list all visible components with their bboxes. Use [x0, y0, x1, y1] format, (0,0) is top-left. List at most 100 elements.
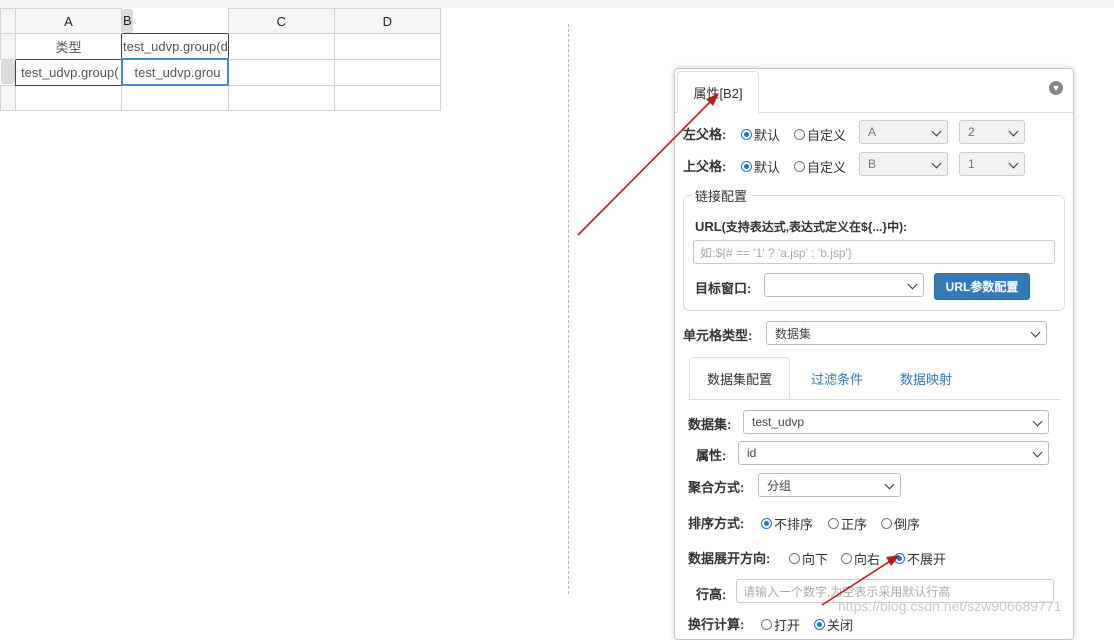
sort-label: 排序方式:	[688, 516, 745, 531]
expand-down-text: 向下	[802, 552, 829, 567]
property-panel: 属性[B2] ▼ 左父格: 默认 自定义 A 2 上父格: 默认 自定义 B 1…	[674, 68, 1074, 640]
radio-unchecked-icon	[794, 129, 805, 140]
cell-b2-text: test_udvp.grou	[134, 64, 221, 80]
inner-tabs-line	[688, 399, 1061, 400]
top-parent-column-value: B	[868, 157, 877, 171]
url-label: URL(支持表达式,表达式定义在${...}中):	[695, 218, 907, 235]
dataset-select[interactable]: test_udvp	[743, 410, 1049, 434]
top-parent-row-select[interactable]: 1	[959, 152, 1025, 176]
attribute-select[interactable]: id	[738, 441, 1049, 465]
wrap-calc-label: 换行计算:	[688, 617, 745, 632]
cell-b2[interactable]: test_udvp.grou	[120, 58, 230, 86]
cell-c3[interactable]	[227, 84, 335, 111]
row-height-input[interactable]: 请输入一个数字,为空表示采用默认行高	[736, 579, 1054, 603]
tab-dataset-config[interactable]: 数据集配置	[689, 357, 790, 399]
top-strip	[0, 0, 1114, 8]
cell-c1[interactable]	[227, 33, 335, 60]
sort-desc-radio[interactable]: 倒序	[881, 514, 920, 533]
chevron-down-icon	[931, 158, 942, 169]
expand-direction-label: 数据展开方向:	[688, 551, 771, 566]
radio-unchecked-icon	[789, 553, 800, 564]
left-parent-default-radio[interactable]: 默认	[741, 125, 780, 144]
chevron-down-icon	[907, 279, 918, 290]
cell-type-value: 数据集	[775, 326, 812, 341]
cell-b3[interactable]	[121, 84, 229, 111]
cell-a2-text: test_udvp.group(	[21, 64, 119, 80]
sort-asc-radio[interactable]: 正序	[828, 514, 867, 533]
radio-checked-icon	[894, 553, 905, 564]
link-config-legend: 链接配置	[691, 186, 752, 205]
left-parent-row-value: 2	[968, 125, 975, 139]
cell-a3[interactable]	[15, 84, 122, 111]
radio-checked-icon	[741, 161, 752, 172]
radio-unchecked-icon	[881, 518, 892, 529]
expand-none-radio[interactable]: 不展开	[894, 549, 946, 568]
sort-asc-text: 正序	[841, 517, 868, 532]
cell-a1-text: 类型	[55, 39, 82, 55]
collapse-icon[interactable]: ▼	[1049, 81, 1063, 95]
spreadsheet-grid: A B C D 类型 test_udvp.group(d test_udvp.g…	[0, 8, 441, 111]
chevron-down-icon	[931, 126, 942, 137]
left-parent-row-select[interactable]: 2	[959, 120, 1025, 144]
left-parent-label: 左父格:	[683, 127, 727, 142]
cell-type-select[interactable]: 数据集	[766, 321, 1047, 345]
left-parent-column-value: A	[868, 125, 877, 139]
expand-down-radio[interactable]: 向下	[789, 549, 828, 568]
radio-checked-icon	[761, 518, 772, 529]
left-parent-column-select[interactable]: A	[859, 120, 948, 144]
corner-cell[interactable]	[0, 8, 16, 34]
top-parent-custom-text: 自定义	[807, 160, 847, 175]
cell-d2[interactable]	[333, 58, 441, 86]
cell-a2[interactable]: test_udvp.group(	[15, 58, 122, 86]
sort-desc-text: 倒序	[894, 517, 921, 532]
expand-right-radio[interactable]: 向右	[841, 549, 880, 568]
attribute-value: id	[747, 446, 757, 460]
target-window-select[interactable]	[764, 273, 924, 297]
radio-unchecked-icon	[841, 553, 852, 564]
sort-none-radio[interactable]: 不排序	[761, 514, 813, 533]
aggregation-select[interactable]: 分组	[758, 473, 901, 497]
row-header-3[interactable]	[0, 84, 16, 111]
left-parent-default-text: 默认	[754, 128, 781, 143]
column-header-b[interactable]: B	[122, 8, 133, 33]
column-header-d[interactable]: D	[333, 8, 441, 34]
top-parent-default-radio[interactable]: 默认	[741, 157, 780, 176]
url-hint-text: (支持表达式,表达式定义在${...}中):	[721, 220, 908, 234]
cell-a1[interactable]: 类型	[15, 33, 122, 60]
row-header-1[interactable]	[0, 33, 16, 60]
radio-checked-icon	[741, 129, 752, 140]
chevron-down-icon	[884, 479, 895, 490]
url-label-text: URL	[695, 219, 722, 234]
cell-type-label: 单元格类型:	[683, 328, 753, 343]
top-parent-default-text: 默认	[754, 160, 781, 175]
tab-data-mapping[interactable]: 数据映射	[887, 357, 965, 399]
column-header-a[interactable]: A	[15, 8, 122, 34]
tab-filter-conditions[interactable]: 过滤条件	[799, 357, 875, 399]
top-parent-column-select[interactable]: B	[859, 152, 948, 176]
aggregation-value: 分组	[767, 478, 792, 493]
top-parent-label: 上父格:	[683, 159, 727, 174]
url-params-button[interactable]: URL参数配置	[934, 273, 1030, 300]
aggregation-label: 聚合方式:	[688, 480, 745, 495]
target-window-label: 目标窗口:	[695, 281, 752, 296]
url-input[interactable]: 如:${# == '1' ? 'a.jsp' : 'b.jsp'}	[693, 240, 1055, 264]
expand-right-text: 向右	[854, 552, 881, 567]
sort-none-text: 不排序	[774, 517, 814, 532]
column-header-c[interactable]: C	[227, 8, 335, 34]
chevron-down-icon	[1008, 126, 1019, 137]
left-parent-custom-text: 自定义	[807, 128, 847, 143]
row-header-2[interactable]	[0, 59, 15, 84]
chevron-down-icon	[1030, 327, 1041, 338]
attribute-label: 属性:	[696, 448, 727, 463]
cell-c2[interactable]	[227, 58, 335, 86]
radio-unchecked-icon	[828, 518, 839, 529]
cell-b1[interactable]: test_udvp.group(d	[121, 33, 229, 60]
tab-properties[interactable]: 属性[B2]	[677, 71, 759, 113]
left-parent-custom-radio[interactable]: 自定义	[794, 125, 846, 144]
row-height-label: 行高:	[696, 587, 727, 602]
top-parent-custom-radio[interactable]: 自定义	[794, 157, 846, 176]
dataset-label: 数据集:	[688, 417, 732, 432]
cell-d1[interactable]	[333, 33, 441, 60]
cell-d3[interactable]	[333, 84, 441, 111]
radio-unchecked-icon	[794, 161, 805, 172]
